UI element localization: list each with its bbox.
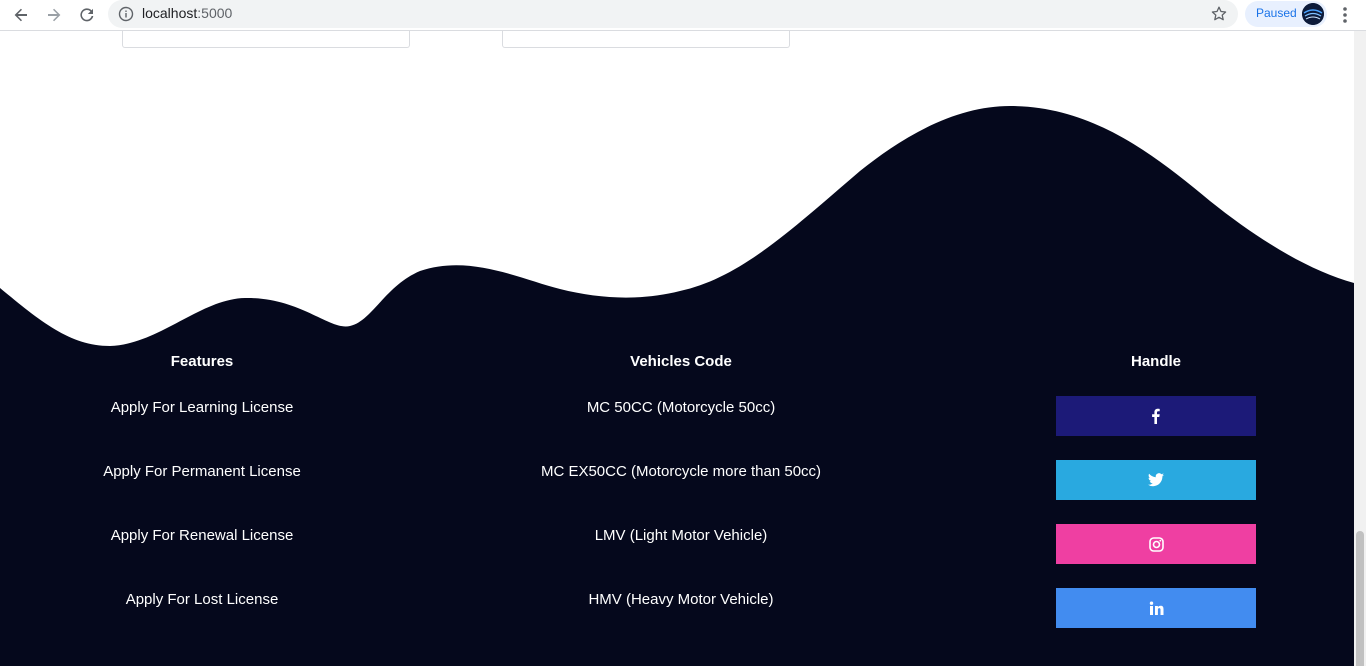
reload-icon: [80, 8, 94, 22]
vehicle-code-item: LMV (Light Motor Vehicle): [594, 527, 768, 544]
features-heading: Features: [170, 353, 234, 370]
profile-avatar: [1302, 3, 1324, 25]
avatar-image-icon: [1302, 3, 1324, 25]
forward-arrow-icon: [48, 8, 61, 22]
footer-wave-shape: [0, 106, 1354, 666]
url-port: :5000: [197, 5, 233, 21]
scrollbar-thumb[interactable]: [1356, 531, 1364, 666]
linkedin-icon: [1149, 601, 1163, 615]
bookmark-star-icon[interactable]: [1210, 5, 1228, 23]
handle-heading: Handle: [1130, 353, 1181, 370]
profile-status-label: Paused: [1256, 6, 1297, 20]
feature-link-renewal[interactable]: Apply For Renewal License: [2, 527, 402, 544]
twitter-icon: [1148, 473, 1164, 487]
feature-link-permanent[interactable]: Apply For Permanent License: [2, 463, 402, 480]
twitter-button[interactable]: [1056, 460, 1256, 500]
browser-menu-button[interactable]: [1334, 3, 1356, 27]
url-host: localhost: [142, 5, 198, 21]
facebook-icon: [1152, 408, 1160, 424]
more-vert-icon: [1343, 7, 1347, 23]
vehicle-code-item: MC 50CC (Motorcycle 50cc): [586, 399, 776, 416]
page-viewport: Features Apply For Learning License Appl…: [0, 31, 1366, 666]
instagram-icon: [1148, 536, 1164, 552]
browser-toolbar: localhost:5000 Paused: [0, 0, 1366, 31]
vehicle-code-item: MC EX50CC (Motorcycle more than 50cc): [540, 463, 822, 480]
address-bar[interactable]: localhost:5000: [108, 0, 1238, 28]
profile-sync-button[interactable]: Paused: [1245, 1, 1327, 27]
feature-link-learning[interactable]: Apply For Learning License: [2, 399, 402, 416]
info-icon[interactable]: [118, 6, 134, 22]
instagram-button[interactable]: [1056, 524, 1256, 564]
back-button[interactable]: [9, 3, 33, 27]
vehicles-heading: Vehicles Code: [630, 353, 732, 370]
vehicle-code-item: HMV (Heavy Motor Vehicle): [588, 591, 774, 608]
facebook-button[interactable]: [1056, 396, 1256, 436]
scrollbar-track[interactable]: [1354, 31, 1366, 666]
feature-link-lost[interactable]: Apply For Lost License: [2, 591, 402, 608]
forward-button[interactable]: [42, 3, 66, 27]
reload-button[interactable]: [75, 3, 99, 27]
url-text[interactable]: localhost:5000: [142, 5, 232, 21]
footer-wave-background: [0, 106, 1354, 666]
back-arrow-icon: [14, 8, 27, 22]
linkedin-button[interactable]: [1056, 588, 1256, 628]
